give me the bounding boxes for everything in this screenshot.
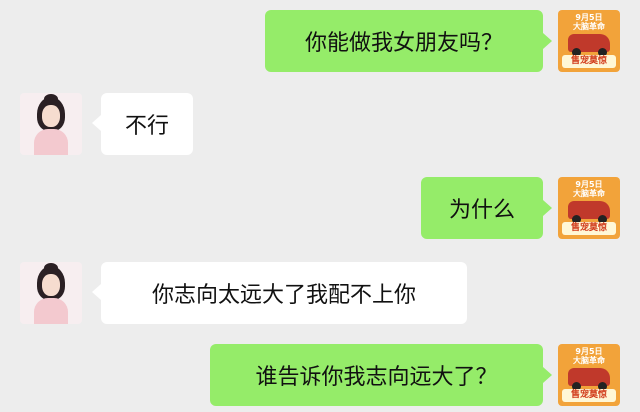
message-bubble[interactable]: 不行 [101, 93, 193, 155]
message-text: 为什么 [448, 198, 515, 223]
message-bubble[interactable]: 你能做我女朋友吗？ [265, 10, 543, 72]
promo-title: 大脑革命 [573, 356, 605, 365]
sender-avatar[interactable]: 9月5日 大脑革命 售宠莫惊 [558, 344, 620, 406]
contact-avatar[interactable] [20, 262, 82, 324]
promo-date: 9月5日 [575, 180, 603, 189]
sender-avatar[interactable]: 9月5日 大脑革命 售宠莫惊 [558, 177, 620, 239]
contact-avatar[interactable] [20, 93, 82, 155]
face-shape [42, 274, 60, 296]
bubble-tail [92, 284, 101, 300]
promo-date: 9月5日 [575, 13, 603, 22]
hair-bun-shape [44, 94, 58, 104]
bubble-tail [543, 33, 552, 49]
hair-bun-shape [44, 263, 58, 273]
message-text: 谁告诉你我志向远大了？ [255, 365, 498, 390]
message-bubble[interactable]: 你志向太远大了我配不上你 [101, 262, 467, 324]
face-shape [42, 105, 60, 127]
promo-date: 9月5日 [575, 347, 603, 356]
sender-avatar[interactable]: 9月5日 大脑革命 售宠莫惊 [558, 10, 620, 72]
bubble-tail [543, 200, 552, 216]
message-bubble[interactable]: 为什么 [421, 177, 543, 239]
promo-badge: 售宠莫惊 [562, 389, 616, 402]
promo-badge: 售宠莫惊 [562, 222, 616, 235]
promo-badge: 售宠莫惊 [562, 55, 616, 68]
bubble-tail [543, 367, 552, 383]
message-text: 你能做我女朋友吗？ [304, 31, 503, 56]
bubble-tail [92, 115, 101, 131]
message-bubble[interactable]: 谁告诉你我志向远大了？ [210, 344, 543, 406]
promo-title: 大脑革命 [573, 189, 605, 198]
body-shape [34, 129, 68, 155]
message-text: 不行 [124, 114, 169, 139]
body-shape [34, 298, 68, 324]
message-text: 你志向太远大了我配不上你 [151, 283, 416, 308]
promo-title: 大脑革命 [573, 22, 605, 31]
